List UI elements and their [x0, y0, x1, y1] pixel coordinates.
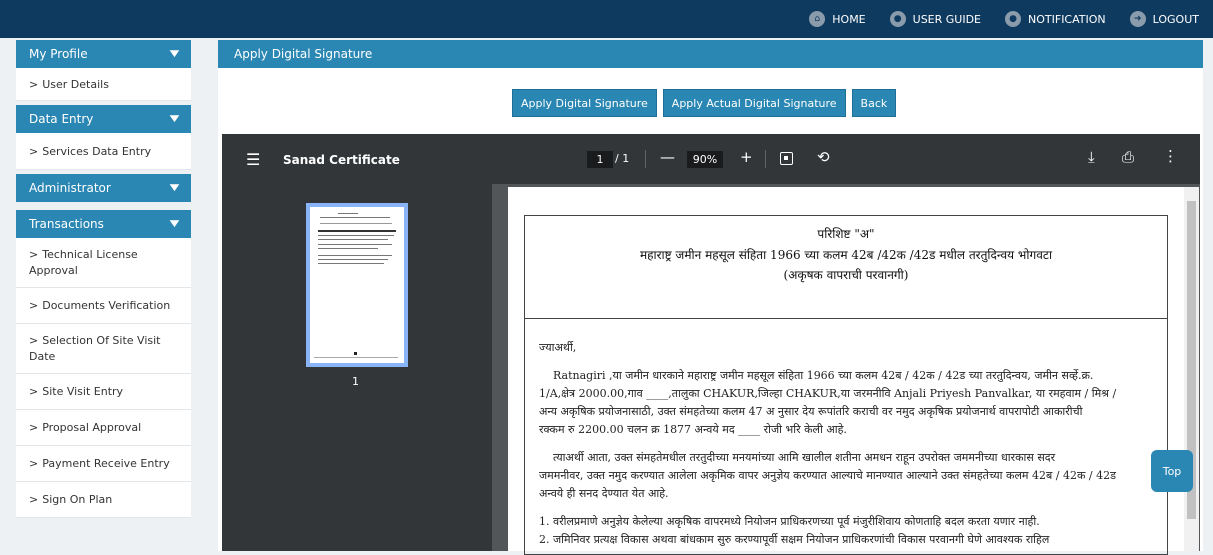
body-line: 1/A,क्षेत्र 2000.00,गाव ____,तालुका CHAK…	[539, 387, 1117, 400]
sidebar-section-administrator[interactable]: Administrator ▼	[16, 174, 191, 202]
chevron-right-icon: >	[29, 385, 39, 398]
sidebar-item-user-details[interactable]: > User Details	[16, 68, 191, 101]
sidebar-item-label: Proposal Approval	[42, 421, 142, 434]
nav-home-label: HOME	[832, 12, 866, 26]
nav-logout[interactable]: ➜ LOGOUT	[1129, 11, 1199, 27]
sidebar-section-data-entry[interactable]: Data Entry ▼	[16, 105, 191, 133]
sidebar-section-my-profile[interactable]: My Profile ▼	[16, 40, 191, 68]
certificate-frame: परिशिष्ट "अ" महाराष्ट्र जमीन महसूल संहित…	[524, 215, 1168, 555]
rotate-icon[interactable]: ⟲	[817, 148, 830, 166]
scroll-top-button[interactable]: Top	[1151, 450, 1193, 492]
chevron-right-icon: >	[29, 333, 39, 347]
chevron-right-icon: >	[29, 421, 39, 434]
certificate-heading-2: महाराष्ट्र जमीन महसूल संहिता 1966 च्या क…	[639, 248, 1053, 262]
body-line: Ratnagiri ,या जमीन धारकाने महाराष्ट्र जम…	[553, 369, 1094, 382]
zoom-out-icon[interactable]: —	[660, 148, 675, 166]
menu-icon[interactable]: ☰	[246, 150, 260, 169]
action-buttons: Apply Digital Signature Apply Actual Dig…	[512, 89, 897, 117]
body-line: अन्वये ही सनद देण्यात येत आहे.	[539, 487, 669, 500]
certificate-header: परिशिष्ट "अ" महाराष्ट्र जमीन महसूल संहित…	[525, 216, 1167, 319]
sidebar-item-label: Technical License Approval	[29, 247, 138, 277]
pdf-scrollbar[interactable]	[1184, 187, 1199, 551]
fit-page-icon[interactable]	[780, 152, 793, 165]
print-icon[interactable]: ⎙	[1122, 148, 1134, 166]
sidebar-item-label: User Details	[42, 77, 109, 91]
chevron-down-icon: ▼	[169, 49, 180, 59]
certificate-body: ज्याअर्थी, Ratnagiri ,या जमीन धारकाने मह…	[525, 319, 1167, 549]
certificate-heading-1: परिशिष्ट "अ"	[817, 227, 875, 241]
sidebar-item-label: Sign On Plan	[42, 493, 113, 506]
section-title: My Profile	[29, 47, 88, 61]
nav-notification-label: NOTIFICATION	[1028, 12, 1106, 26]
body-line: 1. वरीलप्रमाणे अनुज्ञेय केलेल्या अकृषिक …	[539, 515, 1040, 528]
sidebar-item-label: Selection Of Site Visit Date	[29, 333, 161, 363]
thumbnail-panel: 1	[222, 184, 492, 551]
sidebar: My Profile ▼ > User Details Data Entry ▼ …	[16, 40, 191, 518]
user-icon: ●	[889, 11, 906, 27]
thumbnail-page-number: 1	[352, 375, 359, 388]
body-line: रक्कम रु 2200.00 चलन क्र 1877 अन्वये मद …	[539, 423, 847, 436]
chevron-right-icon: >	[29, 299, 39, 312]
chevron-down-icon: ▼	[169, 183, 180, 193]
sidebar-item-label: Site Visit Entry	[42, 385, 124, 398]
pdf-title: Sanad Certificate	[283, 153, 400, 167]
zoom-in-icon[interactable]: +	[740, 148, 753, 166]
page-title: Apply Digital Signature	[218, 40, 1203, 68]
top-nav: ⌂ HOME ● USER GUIDE ● NOTIFICATION ➜ LOG…	[809, 0, 1199, 38]
toolbar-divider	[765, 150, 766, 168]
toolbar-divider	[645, 150, 646, 168]
chevron-right-icon: >	[29, 457, 39, 470]
page-thumbnail[interactable]	[306, 203, 408, 367]
download-icon[interactable]: ⤓	[1088, 148, 1095, 166]
nav-home[interactable]: ⌂ HOME	[809, 11, 866, 27]
home-icon: ⌂	[809, 11, 826, 27]
page-total: / 1	[615, 152, 630, 165]
pdf-viewer: ☰ Sanad Certificate 1 / 1 — 90% + ⟲ ⤓ ⎙ …	[222, 134, 1200, 555]
nav-notification[interactable]: ● NOTIFICATION	[1005, 11, 1106, 27]
chevron-down-icon: ▼	[169, 219, 180, 229]
sidebar-item-label: Payment Receive Entry	[42, 457, 170, 470]
page-title-text: Apply Digital Signature	[234, 47, 373, 61]
more-options-icon[interactable]: ⋮	[1163, 147, 1178, 165]
sidebar-item-services-data-entry[interactable]: > Services Data Entry	[16, 133, 191, 170]
page-number-input[interactable]: 1	[587, 151, 613, 168]
apply-digital-signature-button[interactable]: Apply Digital Signature	[512, 89, 657, 117]
sidebar-item-proposal-approval[interactable]: > Proposal Approval	[16, 410, 191, 446]
sidebar-item-technical-license-approval[interactable]: > Technical License Approval	[16, 238, 191, 288]
chevron-right-icon: >	[29, 247, 39, 261]
sidebar-section-transactions[interactable]: Transactions ▼	[16, 210, 191, 238]
sidebar-item-documents-verification[interactable]: > Documents Verification	[16, 288, 191, 324]
body-line: ज्याअर्थी,	[539, 341, 577, 354]
chevron-down-icon: ▼	[169, 114, 180, 124]
certificate-heading-3: (अकृषक वापराची परवानगी)	[783, 268, 909, 282]
body-line: त्याअर्थी आता, उक्त संमहतेमधील तरतुदीच्य…	[553, 451, 1056, 464]
section-title: Administrator	[29, 181, 111, 195]
chevron-right-icon: >	[29, 144, 39, 158]
pdf-page: परिशिष्ट "अ" महाराष्ट्र जमीन महसूल संहित…	[508, 187, 1185, 555]
section-title: Data Entry	[29, 112, 94, 126]
chevron-right-icon: >	[29, 493, 39, 506]
top-header: ⌂ HOME ● USER GUIDE ● NOTIFICATION ➜ LOG…	[0, 0, 1213, 38]
sidebar-item-payment-receive-entry[interactable]: > Payment Receive Entry	[16, 446, 191, 482]
back-button[interactable]: Back	[851, 89, 897, 117]
section-title: Transactions	[29, 217, 104, 231]
sidebar-item-label: Services Data Entry	[42, 144, 152, 158]
apply-actual-digital-signature-button[interactable]: Apply Actual Digital Signature	[662, 89, 846, 117]
sidebar-item-selection-site-visit-date[interactable]: > Selection Of Site Visit Date	[16, 324, 191, 374]
zoom-input[interactable]: 90%	[687, 151, 723, 168]
body-line: जममनीवर, उक्त नमुद करण्यात आलेला अकृमिक …	[539, 469, 1117, 482]
nav-user-guide[interactable]: ● USER GUIDE	[889, 11, 982, 27]
sidebar-item-sign-on-plan[interactable]: > Sign On Plan	[16, 482, 191, 518]
sidebar-item-site-visit-entry[interactable]: > Site Visit Entry	[16, 374, 191, 410]
chevron-right-icon: >	[29, 77, 39, 91]
body-line: 2. जमिनिवर प्रत्यक्ष विकास अथवा बांधकाम …	[539, 533, 1050, 546]
bell-icon: ●	[1005, 11, 1022, 27]
nav-user-guide-label: USER GUIDE	[912, 12, 982, 26]
nav-logout-label: LOGOUT	[1152, 12, 1199, 26]
body-line: अन्य अकृषिक प्रयोजनासाठी, उक्त संमहतेच्य…	[539, 405, 1083, 418]
pdf-toolbar: ☰ Sanad Certificate 1 / 1 — 90% + ⟲ ⤓ ⎙ …	[222, 134, 1200, 184]
sidebar-item-label: Documents Verification	[42, 299, 171, 312]
logout-icon: ➜	[1129, 11, 1146, 27]
